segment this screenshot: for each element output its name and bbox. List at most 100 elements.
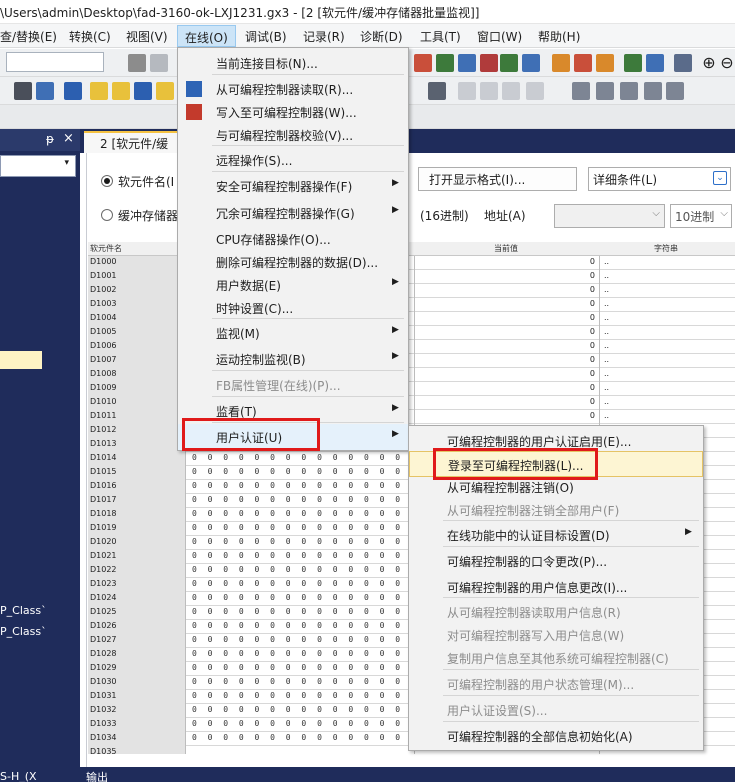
toolbar-icon[interactable] [666,82,684,100]
device-name-cell: D1021 [88,550,186,564]
menu-online[interactable]: 在线(O) [177,25,236,47]
address-select[interactable]: ⌵ [554,204,665,228]
menu-separator [212,74,404,75]
toolbar-combo[interactable] [6,52,104,72]
dev-icon[interactable] [134,82,152,100]
detail-condition-select[interactable]: 详细条件(L) ⌄ [588,167,731,191]
menu-item[interactable]: 在线功能中的认证目标设置(D) ▶ [409,522,703,548]
toolbar-icon[interactable] [502,82,520,100]
current-value-cell[interactable]: 0 [414,382,600,396]
device-name-cell: D1012 [88,424,186,438]
toolbar-icon[interactable] [646,54,664,72]
toolbar-icon[interactable] [526,82,544,100]
menu-help[interactable]: 帮助(H) [538,28,580,45]
menu-item[interactable]: 当前连接目标(N)... [178,50,408,76]
toolbar-icon[interactable] [436,54,454,72]
menu-debug[interactable]: 调试(B) [245,28,287,45]
menu-separator [443,546,699,547]
toolbar-icon[interactable] [574,54,592,72]
current-value-cell[interactable]: 0 [414,368,600,382]
current-value-cell[interactable]: 0 [414,410,600,424]
toolbar-icon[interactable] [596,54,614,72]
toolbar-icon[interactable] [522,54,540,72]
toolbar-icon[interactable] [596,82,614,100]
toolbar-icon[interactable] [414,54,432,72]
zoom-out-icon[interactable]: ⊖ [718,54,735,72]
current-value-cell[interactable]: 0 [414,284,600,298]
current-value-cell[interactable]: 0 [414,354,600,368]
bit-cells: 0 0 0 0 0 0 0 0 0 0 0 0 0 0 0 0 [192,663,412,672]
toolbar-icon[interactable] [480,54,498,72]
menu-item[interactable]: 远程操作(S)... [178,147,408,173]
dev-icon[interactable] [112,82,130,100]
highlight-box-login [433,448,598,480]
tree-item-label[interactable]: P_Class` [0,625,47,638]
toolbar-icon[interactable] [624,54,642,72]
open-display-format-button[interactable]: 打开显示格式(I)... [418,167,577,191]
current-value-cell[interactable]: 0 [414,270,600,284]
dev-icon[interactable] [90,82,108,100]
menu-diagnostics[interactable]: 诊断(D) [360,28,403,45]
navigation-panel: ᵽ × ▾ P_Class` P_Class` S-H_(X [0,129,80,782]
toolbar-icon[interactable] [572,82,590,100]
radix-select[interactable]: 10进制 ⌵ [670,204,732,228]
panel-dropdown[interactable]: ▾ [0,155,76,177]
bit-cells: 0 0 0 0 0 0 0 0 0 0 0 0 0 0 0 0 [192,705,412,714]
toolbar-icon[interactable] [14,82,32,100]
dev-icon[interactable] [156,82,174,100]
current-value-cell[interactable]: 0 [414,340,600,354]
pin-icon[interactable]: ᵽ [46,132,54,146]
bit-cells: 0 0 0 0 0 0 0 0 0 0 0 0 0 0 0 0 [192,691,412,700]
menu-window[interactable]: 窗口(W) [477,28,522,45]
menu-tools[interactable]: 工具(T) [420,28,461,45]
toolbar-icon[interactable] [644,82,662,100]
cut-icon[interactable] [128,54,146,72]
col-string: 字符串 [654,244,678,253]
menu-item-label: 与可编程控制器校验(V)... [216,129,354,143]
device-name-cell: D1031 [88,690,186,704]
zoom-in-icon[interactable]: ⊕ [700,54,718,72]
string-cell: .. [604,327,610,336]
toolbar-icon[interactable] [674,54,692,72]
tree-item-label[interactable]: P_Class` [0,604,47,617]
radio-device-name[interactable] [101,175,113,187]
menu-item-label: 冗余可编程控制器操作(G) [216,207,355,221]
selected-tree-item[interactable] [0,351,42,369]
menu-item-label: 复制用户信息至其他系统可编程控制器(C) [447,652,669,666]
radio-buffer-memory[interactable] [101,209,113,221]
highlight-box-user-auth [182,418,320,451]
submenu-arrow-icon: ▶ [392,325,399,335]
toolbar-icon[interactable] [480,82,498,100]
menu-item[interactable]: 运动控制监视(B) ▶ [178,346,408,372]
toolbar-icon[interactable] [552,54,570,72]
toolbar-icon[interactable] [458,54,476,72]
toolbar-icon[interactable] [36,82,54,100]
menu-item[interactable]: 冗余可编程控制器操作(G) ▶ [178,200,408,226]
copy-icon[interactable] [150,54,168,72]
menu-item[interactable]: 可编程控制器的全部信息初始化(A) [409,723,703,749]
current-value-cell[interactable]: 0 [414,256,600,270]
tree-item-label[interactable]: S-H_(X [0,770,37,782]
current-value-cell[interactable]: 0 [414,298,600,312]
current-value-cell[interactable]: 0 [414,326,600,340]
menu-item-label: 可编程控制器的用户状态管理(M)... [447,678,635,692]
current-value-cell[interactable]: 0 [414,396,600,410]
toolbar-icon[interactable] [458,82,476,100]
menu-item[interactable]: 监视(M) ▶ [178,320,408,346]
device-name-cell: D1015 [88,466,186,480]
dev-icon[interactable] [64,82,82,100]
menu-view[interactable]: 视图(V) [126,28,168,45]
menu-item[interactable]: 可编程控制器的口令更改(P)... [409,548,703,574]
toolbar-icon[interactable] [620,82,638,100]
close-icon[interactable]: × [63,131,74,146]
toolbar-icon[interactable] [428,82,446,100]
menu-record[interactable]: 记录(R) [303,28,345,45]
menu-item[interactable]: 安全可编程控制器操作(F) ▶ [178,173,408,199]
toolbar-icon[interactable] [500,54,518,72]
menu-search-replace[interactable]: 查/替换(E) [0,28,57,45]
menu-convert[interactable]: 转换(C) [69,28,111,45]
bit-cells: 0 0 0 0 0 0 0 0 0 0 0 0 0 0 0 0 [192,621,412,630]
tab-device-batch-monitor[interactable]: 2 [软元件/缓 [84,131,186,153]
current-value-cell[interactable]: 0 [414,312,600,326]
plc-transfer-icon [186,81,202,97]
